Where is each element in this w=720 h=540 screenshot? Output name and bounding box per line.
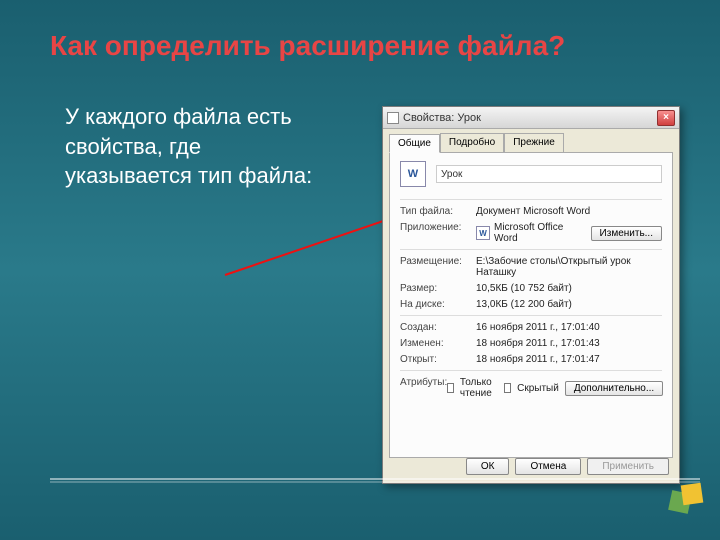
modified-value: 18 ноября 2011 г., 17:01:43 — [476, 338, 662, 349]
modified-label: Изменен: — [400, 338, 476, 349]
slide-body-text: У каждого файла есть свойства, где указы… — [0, 72, 320, 191]
corner-decoration — [664, 474, 710, 520]
type-value: Документ Microsoft Word — [476, 206, 662, 217]
cancel-button[interactable]: Отмена — [515, 458, 581, 475]
tab-general[interactable]: Общие — [389, 134, 440, 153]
ondisk-value: 13,0КБ (12 200 байт) — [476, 299, 662, 310]
slide-underline — [50, 478, 700, 480]
word-icon-small: W — [476, 226, 490, 240]
tab-previous[interactable]: Прежние — [504, 133, 564, 152]
hidden-checkbox[interactable] — [504, 383, 511, 393]
slide-title: Как определить расширение файла? — [0, 0, 720, 72]
size-value: 10,5КБ (10 752 байт) — [476, 283, 662, 294]
readonly-checkbox[interactable] — [447, 383, 454, 393]
apply-button[interactable]: Применить — [587, 458, 669, 475]
ok-button[interactable]: ОК — [466, 458, 510, 475]
hidden-label: Скрытый — [517, 383, 559, 394]
dialog-buttons: ОК Отмена Применить — [466, 458, 669, 475]
location-label: Размещение: — [400, 256, 476, 267]
tab-strip: Общие Подробно Прежние — [383, 129, 679, 152]
properties-dialog: Свойства: Урок × Общие Подробно Прежние … — [382, 106, 680, 484]
attrs-label: Атрибуты: — [400, 377, 447, 388]
ondisk-label: На диске: — [400, 299, 476, 310]
created-label: Создан: — [400, 322, 476, 333]
type-label: Тип файла: — [400, 206, 476, 217]
location-value: E:\Забочие столы\Открытый урок Наташку — [476, 256, 662, 278]
size-label: Размер: — [400, 283, 476, 294]
app-label: Приложение: — [400, 222, 476, 233]
window-title: Свойства: Урок — [403, 112, 657, 124]
word-icon: W — [400, 161, 426, 187]
readonly-label: Только чтение — [460, 377, 499, 399]
opened-value: 18 ноября 2011 г., 17:01:47 — [476, 354, 662, 365]
close-button[interactable]: × — [657, 110, 675, 126]
advanced-button[interactable]: Дополнительно... — [565, 381, 663, 396]
general-panel: W Тип файла: Документ Microsoft Word При… — [389, 152, 673, 458]
window-icon — [387, 112, 399, 124]
change-button[interactable]: Изменить... — [591, 226, 662, 241]
app-value: Microsoft Office Word — [494, 222, 587, 244]
file-name-input[interactable] — [436, 165, 662, 183]
opened-label: Открыт: — [400, 354, 476, 365]
created-value: 16 ноября 2011 г., 17:01:40 — [476, 322, 662, 333]
tab-details[interactable]: Подробно — [440, 133, 504, 152]
titlebar[interactable]: Свойства: Урок × — [383, 107, 679, 129]
